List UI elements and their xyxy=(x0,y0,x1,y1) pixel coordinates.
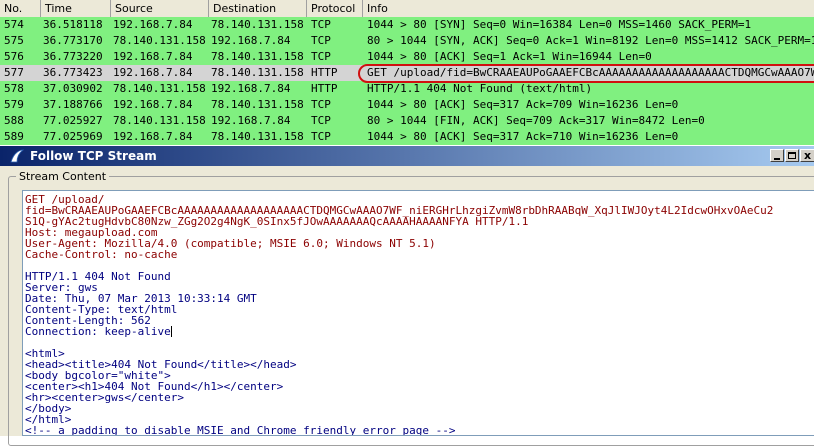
packet-cell-proto: HTTP xyxy=(311,66,338,79)
packet-cell-info: HTTP/1.1 404 Not Found (text/html) xyxy=(367,82,593,95)
packet-cell-dst: 78.140.131.158 xyxy=(211,66,304,79)
packet-cell-src: 78.140.131.158 xyxy=(113,82,206,95)
packet-cell-time: 36.773220 xyxy=(43,50,103,63)
packet-cell-info: 1044 > 80 [ACK] Seq=1 Ack=1 Win=16944 Le… xyxy=(367,50,652,63)
packet-cell-src: 78.140.131.158 xyxy=(113,34,206,47)
packet-cell-dst: 78.140.131.158 xyxy=(211,18,304,31)
packet-cell-src: 192.168.7.84 xyxy=(113,50,193,63)
packet-cell-time: 36.773170 xyxy=(43,34,103,47)
packet-cell-no: 577 xyxy=(4,66,24,79)
packet-cell-src: 192.168.7.84 xyxy=(113,18,193,31)
response-line: <!-- a padding to disable MSIE and Chrom… xyxy=(25,424,456,436)
packet-list-header: No. Time Source Destination Protocol Inf… xyxy=(0,0,814,18)
wireshark-fin-icon xyxy=(10,149,24,163)
packet-row[interactable]: 579 37.188766 192.168.7.84 78.140.131.158 TC… xyxy=(0,97,814,113)
packet-cell-time: 36.518118 xyxy=(43,18,103,31)
packet-cell-dst: 192.168.7.84 xyxy=(211,34,291,47)
packet-cell-proto: TCP xyxy=(311,98,331,111)
packet-list[interactable]: No. Time Source Destination Protocol Inf… xyxy=(0,0,814,146)
packet-cell-no: 579 xyxy=(4,98,24,111)
packet-cell-info: 1044 > 80 [ACK] Seq=317 Ack=709 Win=1623… xyxy=(367,98,679,111)
follow-tcp-stream-window: Follow TCP Stream x Stream Content GET /… xyxy=(0,146,814,446)
minimize-button[interactable] xyxy=(770,149,784,162)
column-header-time[interactable]: Time xyxy=(41,0,111,17)
text-caret xyxy=(170,326,172,337)
packet-cell-no: 574 xyxy=(4,18,24,31)
request-line: Cache-Control: no-cache xyxy=(25,248,178,261)
packet-row[interactable]: 589 77.025969 192.168.7.84 78.140.131.158 TC… xyxy=(0,129,814,145)
packet-cell-time: 77.025969 xyxy=(43,130,103,143)
packet-cell-time: 37.188766 xyxy=(43,98,103,111)
packet-cell-info: 1044 > 80 [ACK] Seq=317 Ack=710 Win=1623… xyxy=(367,130,679,143)
packet-cell-no: 589 xyxy=(4,130,24,143)
packet-row[interactable]: 575 36.773170 78.140.131.158 192.168.7.84 TC… xyxy=(0,33,814,49)
packet-cell-no: 576 xyxy=(4,50,24,63)
stream-content-label: Stream Content xyxy=(16,170,110,183)
column-header-info[interactable]: Info xyxy=(363,0,814,17)
close-button[interactable]: x xyxy=(800,149,814,162)
stream-content-text[interactable]: GET /upload/fid=BwCRAAEAUPoGAAEFCBcAAAAA… xyxy=(22,190,814,436)
packet-cell-src: 192.168.7.84 xyxy=(113,130,193,143)
window-title: Follow TCP Stream xyxy=(30,149,157,163)
packet-cell-dst: 78.140.131.158 xyxy=(211,50,304,63)
column-header-protocol[interactable]: Protocol xyxy=(307,0,363,17)
packet-row[interactable]: 576 36.773220 192.168.7.84 78.140.131.158 TC… xyxy=(0,49,814,65)
packet-cell-time: 37.030902 xyxy=(43,82,103,95)
packet-cell-dst: 78.140.131.158 xyxy=(211,98,304,111)
packet-cell-proto: HTTP xyxy=(311,82,338,95)
packet-row[interactable]: 578 37.030902 78.140.131.158 192.168.7.84 HT… xyxy=(0,81,814,97)
packet-cell-time: 77.025927 xyxy=(43,114,103,127)
column-header-no[interactable]: No. xyxy=(0,0,41,17)
packet-cell-dst: 78.140.131.158 xyxy=(211,130,304,143)
packet-cell-dst: 192.168.7.84 xyxy=(211,114,291,127)
column-header-destination[interactable]: Destination xyxy=(209,0,307,17)
packet-cell-proto: TCP xyxy=(311,18,331,31)
title-bar[interactable]: Follow TCP Stream x xyxy=(0,146,814,166)
highlight-oval xyxy=(358,64,814,83)
packet-cell-proto: TCP xyxy=(311,114,331,127)
packet-cell-src: 192.168.7.84 xyxy=(113,98,193,111)
packet-cell-proto: TCP xyxy=(311,50,331,63)
packet-cell-no: 575 xyxy=(4,34,24,47)
close-icon: x xyxy=(804,149,812,162)
packet-row[interactable]: 574 36.518118 192.168.7.84 78.140.131.158 TC… xyxy=(0,17,814,33)
packet-cell-src: 192.168.7.84 xyxy=(113,66,193,79)
packet-cell-info: 80 > 1044 [FIN, ACK] Seq=709 Ack=317 Win… xyxy=(367,114,705,127)
column-header-source[interactable]: Source xyxy=(111,0,209,17)
packet-cell-info: 1044 > 80 [SYN] Seq=0 Win=16384 Len=0 MS… xyxy=(367,18,752,31)
packet-cell-no: 588 xyxy=(4,114,24,127)
packet-row[interactable]: 588 77.025927 78.140.131.158 192.168.7.84 TC… xyxy=(0,113,814,129)
packet-cell-src: 78.140.131.158 xyxy=(113,114,206,127)
packet-cell-info: 80 > 1044 [SYN, ACK] Seq=0 Ack=1 Win=819… xyxy=(367,34,814,47)
packet-cell-no: 578 xyxy=(4,82,24,95)
response-line: Connection: keep-alive xyxy=(25,325,172,338)
maximize-button[interactable] xyxy=(785,149,799,162)
packet-cell-dst: 192.168.7.84 xyxy=(211,82,291,95)
packet-cell-proto: TCP xyxy=(311,34,331,47)
packet-cell-proto: TCP xyxy=(311,130,331,143)
packet-cell-time: 36.773423 xyxy=(43,66,103,79)
